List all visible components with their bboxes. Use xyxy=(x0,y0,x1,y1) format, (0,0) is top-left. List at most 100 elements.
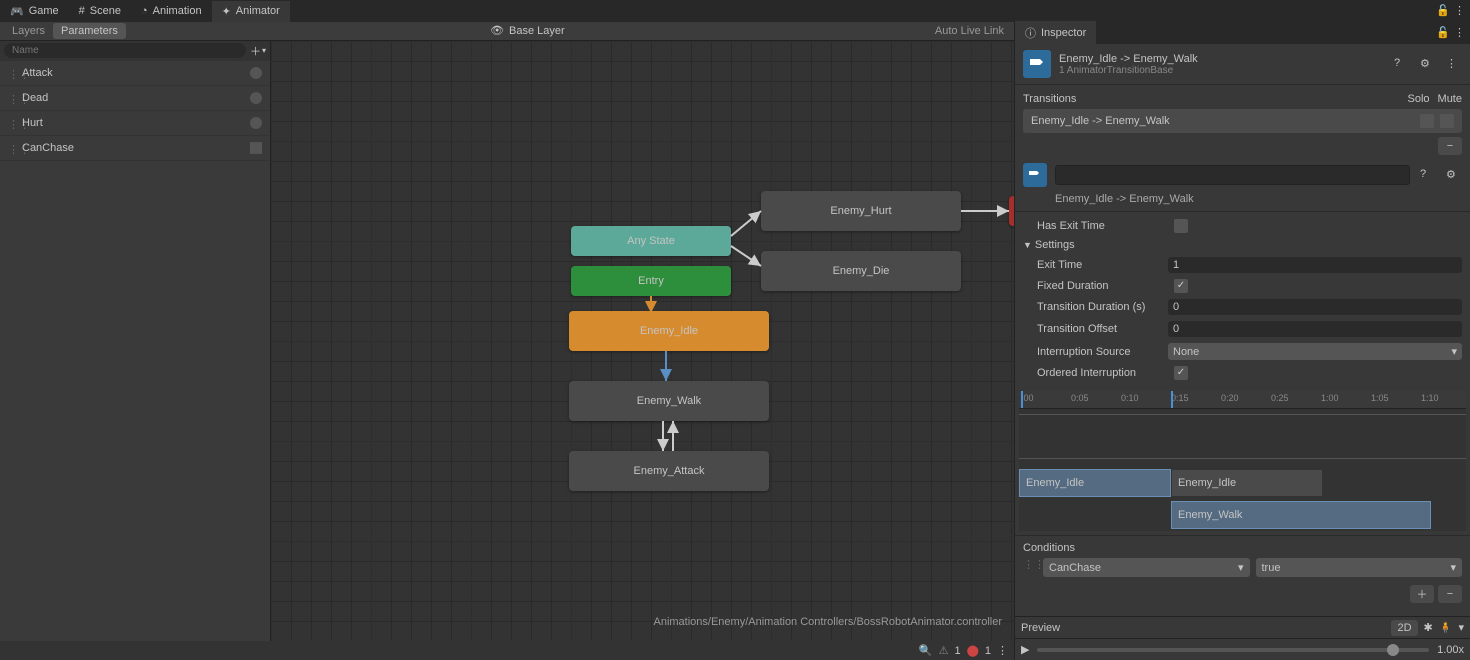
gear-icon[interactable]: ⚙ xyxy=(1446,168,1460,182)
node-attack[interactable]: Enemy_Attack xyxy=(569,451,769,491)
node-die[interactable]: Enemy_Die xyxy=(761,251,961,291)
has-exit-checkbox[interactable] xyxy=(1174,219,1188,233)
remove-condition-button[interactable]: − xyxy=(1438,585,1462,603)
lock-icon[interactable]: 🔓 xyxy=(1436,4,1450,18)
foldout-icon[interactable]: ▼ xyxy=(1023,240,1032,250)
condition-param-dropdown[interactable]: CanChase▾ xyxy=(1043,558,1250,577)
add-condition-button[interactable]: ＋ xyxy=(1410,585,1434,603)
subtab-parameters[interactable]: Parameters xyxy=(53,23,126,39)
node-hurt[interactable]: Enemy_Hurt xyxy=(761,191,961,231)
parameters-panel: ＋▾ ⋮⋮Attack ⋮⋮Dead ⋮⋮Hurt ⋮⋮CanChase xyxy=(0,41,271,641)
speed-slider[interactable] xyxy=(1037,648,1429,652)
drag-icon: ⋮⋮ xyxy=(1023,558,1031,568)
node-entry[interactable]: Entry xyxy=(571,266,731,296)
condition-value-dropdown[interactable]: true▾ xyxy=(1256,558,1463,577)
conditions-label: Conditions xyxy=(1023,542,1462,554)
chevron-down-icon[interactable]: ▾ xyxy=(1458,621,1464,634)
slider-handle[interactable] xyxy=(1387,644,1399,656)
menu-icon[interactable]: ⋮ xyxy=(1454,26,1468,40)
subtab-layers[interactable]: Layers xyxy=(4,23,53,39)
transition-name-input[interactable] xyxy=(1055,165,1410,185)
help-icon[interactable]: ? xyxy=(1394,57,1408,71)
transition-offset-field[interactable]: 0 xyxy=(1168,321,1462,337)
timeline-clip[interactable]: Enemy_Walk xyxy=(1171,501,1431,529)
tab-scene[interactable]: #Scene xyxy=(69,1,131,21)
timeline-clip[interactable]: Enemy_Idle xyxy=(1171,469,1323,497)
exit-time-field[interactable]: 1 xyxy=(1168,257,1462,273)
node-idle[interactable]: Enemy_Idle xyxy=(569,311,769,351)
search-icon[interactable]: 🔍 xyxy=(919,644,933,657)
animator-icon: ✦ xyxy=(222,5,231,18)
timeline-clip[interactable]: Enemy_Idle xyxy=(1019,469,1171,497)
solo-checkbox[interactable] xyxy=(1420,114,1434,128)
transitions-label: Transitions xyxy=(1023,93,1076,105)
animator-graph[interactable]: Any State Entry Enemy_Idle Enemy_Hurt En… xyxy=(271,41,1014,641)
settings-icon[interactable]: ⚙ xyxy=(1420,57,1434,71)
timeline-end-marker[interactable] xyxy=(1171,391,1173,408)
transition-timeline[interactable]: :00 0:05 0:10 0:15 0:20 0:25 1:00 1:05 1… xyxy=(1019,391,1466,531)
speed-value: 1.00x xyxy=(1437,644,1464,656)
anim-icon: ◔ xyxy=(141,5,148,17)
chevron-down-icon: ▾ xyxy=(1451,345,1457,358)
trigger-indicator[interactable] xyxy=(250,67,262,79)
animator-subbar: Layers Parameters 👁 Base Layer Auto Live… xyxy=(0,22,1014,41)
drag-icon: ⋮⋮ xyxy=(8,68,16,78)
scene-icon: # xyxy=(79,5,85,17)
tab-game[interactable]: 🎮Game xyxy=(0,1,69,22)
transition-name-display: Enemy_Idle -> Enemy_Walk xyxy=(1015,191,1470,211)
error-icon[interactable]: ⬤ xyxy=(967,644,979,657)
fixed-duration-checkbox[interactable] xyxy=(1174,279,1188,293)
transition-title: Enemy_Idle -> Enemy_Walk xyxy=(1059,53,1384,65)
chevron-down-icon: ▾ xyxy=(262,46,266,55)
search-input[interactable] xyxy=(4,43,246,58)
param-item[interactable]: ⋮⋮CanChase xyxy=(0,136,270,161)
param-item[interactable]: ⋮⋮Dead xyxy=(0,86,270,111)
ordered-interruption-checkbox xyxy=(1174,366,1188,380)
2d-toggle[interactable]: 2D xyxy=(1391,620,1417,636)
param-item[interactable]: ⋮⋮Attack xyxy=(0,61,270,86)
avatar-icon[interactable]: 🧍 xyxy=(1439,621,1453,634)
remove-transition-button[interactable]: − xyxy=(1438,137,1462,155)
param-item[interactable]: ⋮⋮Hurt xyxy=(0,111,270,136)
mute-checkbox[interactable] xyxy=(1440,114,1454,128)
preview-label[interactable]: Preview xyxy=(1021,622,1060,634)
node-exit[interactable]: Exit xyxy=(1009,196,1014,226)
add-parameter-button[interactable]: ＋▾ xyxy=(250,43,266,59)
timeline-ruler[interactable]: :00 0:05 0:10 0:15 0:20 0:25 1:00 1:05 1… xyxy=(1019,391,1466,409)
tab-animator[interactable]: ✦Animator xyxy=(212,1,290,22)
inspector-header: Enemy_Idle -> Enemy_Walk 1 AnimatorTrans… xyxy=(1015,44,1470,84)
light-icon[interactable]: ✱ xyxy=(1424,621,1433,634)
breadcrumb[interactable]: Base Layer xyxy=(509,25,565,37)
menu-icon[interactable]: ⋮ xyxy=(1446,57,1460,71)
warning-icon[interactable]: ⚠ xyxy=(939,644,949,657)
drag-icon: ⋮⋮ xyxy=(8,118,16,128)
mute-label: Mute xyxy=(1438,93,1462,105)
menu-icon[interactable]: ⋮ xyxy=(1454,4,1468,18)
tab-inspector[interactable]: ⓘInspector xyxy=(1015,21,1096,45)
trigger-indicator[interactable] xyxy=(250,92,262,104)
timeline-track xyxy=(1019,414,1466,459)
status-bar: 🔍 ⚠1 ⬤1 ⋮ xyxy=(0,641,1014,660)
asset-path: Animations/Enemy/Animation Controllers/B… xyxy=(654,616,1003,628)
menu-icon[interactable]: ⋮ xyxy=(997,644,1008,657)
trigger-indicator[interactable] xyxy=(250,117,262,129)
eye-icon[interactable]: 👁 xyxy=(490,24,504,37)
chevron-down-icon: ▾ xyxy=(1450,561,1456,574)
bool-checkbox[interactable] xyxy=(250,142,262,154)
help-icon[interactable]: ? xyxy=(1420,168,1434,182)
transition-duration-field[interactable]: 0 xyxy=(1168,299,1462,315)
exit-time-label: Exit Time xyxy=(1023,259,1168,271)
lock-icon[interactable]: 🔓 xyxy=(1436,26,1450,40)
transition-subtitle: 1 AnimatorTransitionBase xyxy=(1059,65,1384,76)
main-tabs: 🎮Game #Scene ◔Animation ✦Animator 🔓 ⋮ xyxy=(0,0,1470,22)
interruption-source-label: Interruption Source xyxy=(1023,346,1168,358)
node-walk[interactable]: Enemy_Walk xyxy=(569,381,769,421)
node-any-state[interactable]: Any State xyxy=(571,226,731,256)
play-button[interactable]: ▶ xyxy=(1021,643,1029,656)
tab-animation[interactable]: ◔Animation xyxy=(131,1,212,21)
solo-label: Solo xyxy=(1408,93,1430,105)
interruption-source-dropdown[interactable]: None▾ xyxy=(1168,343,1462,360)
transition-row[interactable]: Enemy_Idle -> Enemy_Walk xyxy=(1023,109,1462,133)
timeline-start-marker[interactable] xyxy=(1021,391,1023,408)
auto-live-link[interactable]: Auto Live Link xyxy=(929,23,1010,39)
